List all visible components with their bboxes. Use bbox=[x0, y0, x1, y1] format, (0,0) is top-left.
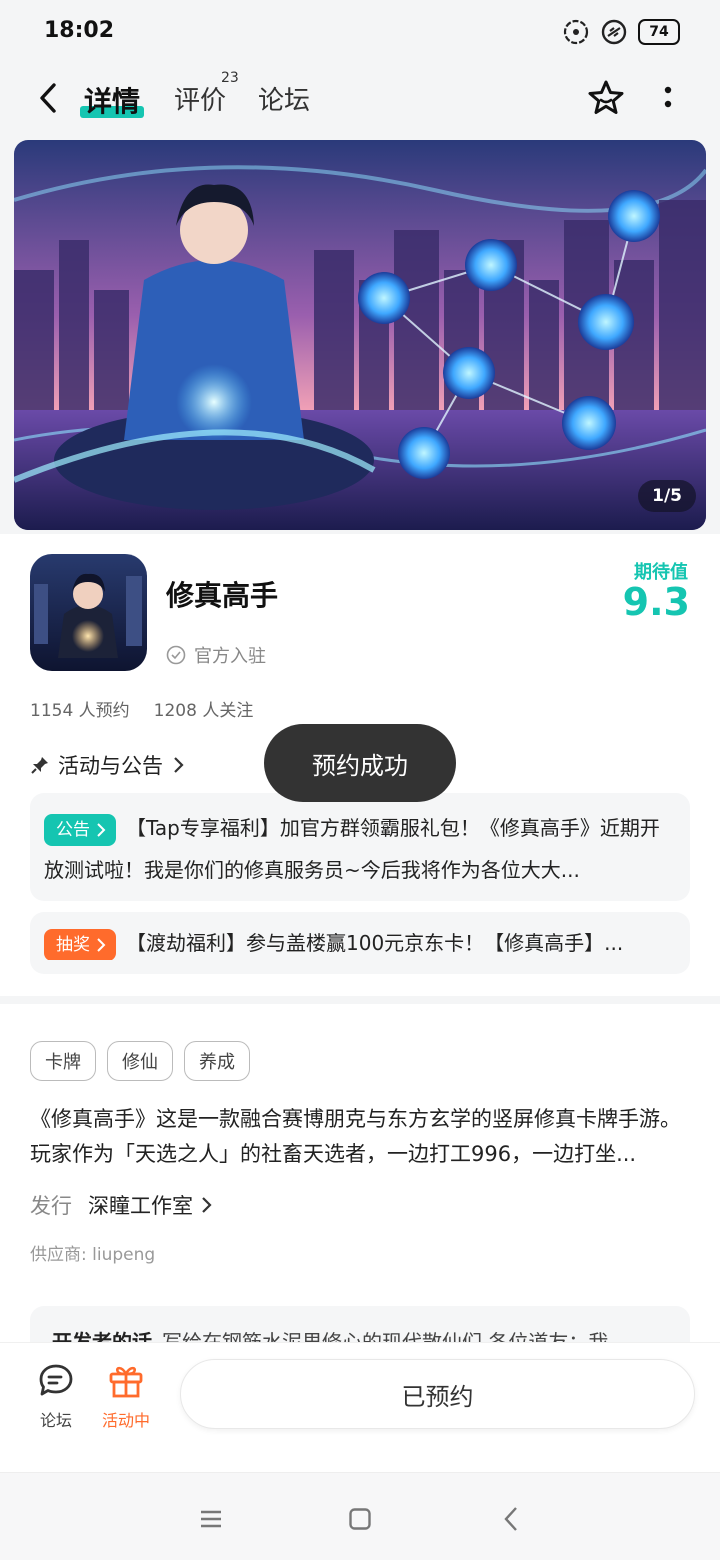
tag-chip[interactable]: 养成 bbox=[184, 1041, 250, 1081]
menu-icon bbox=[201, 1510, 221, 1528]
nav-home-button[interactable] bbox=[342, 1501, 378, 1537]
announcement-text: 【Tap专享福利】加官方群领霸服礼包！《修真高手》近期开放测试啦！我是你们的修真… bbox=[44, 816, 660, 882]
game-stats: 1154 人预约 1208 人关注 bbox=[30, 696, 253, 721]
gift-icon bbox=[109, 1366, 143, 1398]
tag-chip[interactable]: 修仙 bbox=[107, 1041, 173, 1081]
activity-button[interactable]: 活动中 bbox=[98, 1363, 154, 1431]
tab-forum[interactable]: 论坛 bbox=[258, 80, 310, 117]
bottom-action-bar: 论坛 活动中 已预约 bbox=[0, 1342, 720, 1472]
section-divider bbox=[0, 996, 720, 1004]
tab-review[interactable]: 评价 bbox=[174, 80, 226, 117]
publisher-row[interactable]: 发行 深瞳工作室 bbox=[30, 1190, 213, 1220]
chevron-right-icon bbox=[97, 822, 106, 837]
notice-announcement[interactable]: 公告 【Tap专享福利】加官方群领霸服礼包！《修真高手》近期开放测试啦！我是你们的… bbox=[30, 793, 690, 901]
home-square-icon bbox=[349, 1508, 371, 1530]
publisher-label: 发行 bbox=[30, 1194, 72, 1218]
expectation-score: 9.3 bbox=[622, 580, 690, 624]
status-bar: 18:02 74 bbox=[0, 0, 720, 64]
star-icon bbox=[588, 80, 624, 114]
lottery-text: 【渡劫福利】参与盖楼赢100元京东卡！【修真高手】... bbox=[126, 931, 624, 955]
announcement-tag: 公告 bbox=[44, 813, 116, 846]
developer-note[interactable]: 开发者的话 写给在钢筋水泥里修心的现代散仙们 各位道友：我 bbox=[30, 1306, 690, 1342]
toast-message: 预约成功 bbox=[264, 724, 456, 802]
forum-button[interactable]: 论坛 bbox=[28, 1363, 84, 1431]
verified-check-icon bbox=[166, 645, 186, 665]
back-chevron-icon bbox=[504, 1507, 517, 1531]
publisher-name: 深瞳工作室 bbox=[88, 1190, 213, 1220]
nav-back-button[interactable] bbox=[493, 1501, 529, 1537]
do-not-disturb-icon bbox=[600, 18, 628, 46]
back-button[interactable] bbox=[30, 78, 66, 118]
system-nav-bar bbox=[0, 1472, 720, 1560]
more-options-button[interactable] bbox=[654, 78, 682, 118]
genre-tags: 卡牌 修仙 养成 bbox=[30, 1041, 250, 1081]
reserved-button[interactable]: 已预约 bbox=[180, 1359, 695, 1429]
activity-label: 活动中 bbox=[101, 1411, 150, 1430]
chevron-right-icon bbox=[97, 937, 106, 952]
lottery-tag: 抽奖 bbox=[44, 928, 116, 960]
forum-label: 论坛 bbox=[39, 1411, 72, 1430]
official-label: 官方入驻 bbox=[194, 646, 266, 667]
developer-note-text: 写给在钢筋水泥里修心的现代散仙们 各位道友：我 bbox=[162, 1330, 609, 1342]
status-time: 18:02 bbox=[44, 18, 115, 43]
status-icons: 74 bbox=[562, 16, 680, 48]
game-icon bbox=[30, 554, 147, 671]
follower-count: 1208 人关注 bbox=[153, 701, 254, 721]
battery-icon: 74 bbox=[638, 19, 680, 45]
chevron-right-icon bbox=[174, 757, 184, 773]
banner-artwork bbox=[14, 140, 706, 530]
tab-detail[interactable]: 详情 bbox=[84, 80, 140, 120]
supplier-info: 供应商: liupeng bbox=[30, 1245, 156, 1265]
notice-lottery[interactable]: 抽奖 【渡劫福利】参与盖楼赢100元京东卡！【修真高手】... bbox=[30, 912, 690, 974]
flower-notification-icon bbox=[562, 18, 590, 46]
tag-chip[interactable]: 卡牌 bbox=[30, 1041, 96, 1081]
activity-section-link[interactable]: 活动与公告 bbox=[30, 750, 185, 780]
game-description[interactable]: 《修真高手》这是一款融合赛博朋克与东方玄学的竖屏修真卡牌手游。玩家作为「天选之人… bbox=[30, 1102, 690, 1172]
back-arrow-icon bbox=[40, 83, 56, 113]
review-count-badge: 23 bbox=[221, 70, 239, 86]
activity-heading: 活动与公告 bbox=[58, 754, 163, 778]
game-title: 修真高手 bbox=[166, 579, 279, 612]
more-vertical-icon bbox=[664, 86, 672, 108]
reservation-count: 1154 人预约 bbox=[30, 701, 130, 721]
chat-bubble-icon bbox=[39, 1364, 73, 1396]
favorite-button[interactable] bbox=[586, 78, 626, 118]
developer-note-title: 开发者的话 bbox=[52, 1330, 152, 1342]
nav-menu-button[interactable] bbox=[193, 1501, 229, 1537]
hero-banner[interactable]: 1/5 bbox=[14, 140, 706, 530]
banner-page-counter: 1/5 bbox=[638, 480, 696, 512]
official-badge: 官方入驻 bbox=[166, 642, 266, 668]
header: 详情 评价 23 论坛 bbox=[0, 64, 720, 134]
chevron-right-icon bbox=[202, 1197, 212, 1213]
pin-icon bbox=[31, 757, 48, 774]
